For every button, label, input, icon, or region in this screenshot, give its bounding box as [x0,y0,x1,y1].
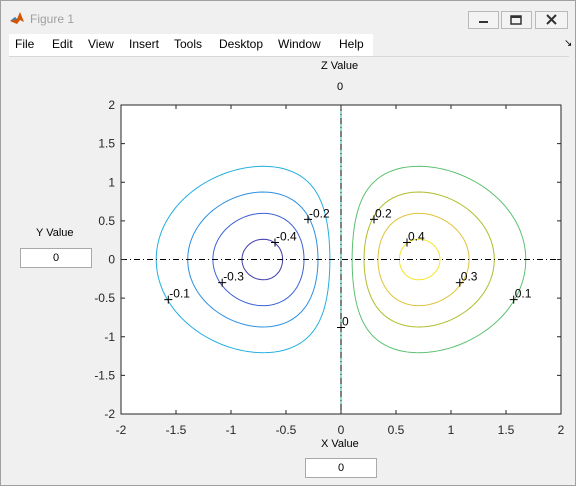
y-tick-label: -2 [104,407,115,421]
y-tick-label: 1.5 [98,137,115,151]
y-tick-label: 0.5 [98,214,115,228]
x-tick-label: -1.5 [166,423,187,437]
contour-label: -0.1 [169,287,190,301]
contour-label: 0.2 [375,206,392,220]
figure-window: Figure 1 File Edit View Insert Tools Des… [0,0,576,486]
contour-label: -0.2 [309,206,330,220]
x-tick-label: 0.5 [388,423,405,437]
y-tick-label: 2 [108,98,115,112]
x-tick-label: -1 [226,423,237,437]
contour-label: 0.4 [408,230,425,244]
contour-label: -0.3 [223,270,244,284]
y-tick-label: 1 [108,175,115,189]
contour-label: 0.1 [515,287,532,301]
x-tick-label: 1.5 [498,423,515,437]
x-tick-label: -0.5 [276,423,297,437]
y-tick-label: -0.5 [94,291,115,305]
contour-label: 0.3 [461,270,478,284]
contour-label: -0.4 [276,230,297,244]
y-tick-label: 0 [108,253,115,267]
y-tick-label: -1.5 [94,368,115,382]
y-tick-label: -1 [104,330,115,344]
x-tick-label: -2 [116,423,127,437]
contour-label: 0 [342,314,349,328]
x-tick-label: 1 [448,423,455,437]
x-tick-label: 2 [558,423,565,437]
x-tick-label: 0 [338,423,345,437]
contour-plot[interactable]: -2 -1.5 -1 -0.5 0 0.5 1 1.5 2 -2 -1.5 -1 -0.5 0 0.5 1 1… [1,1,575,485]
